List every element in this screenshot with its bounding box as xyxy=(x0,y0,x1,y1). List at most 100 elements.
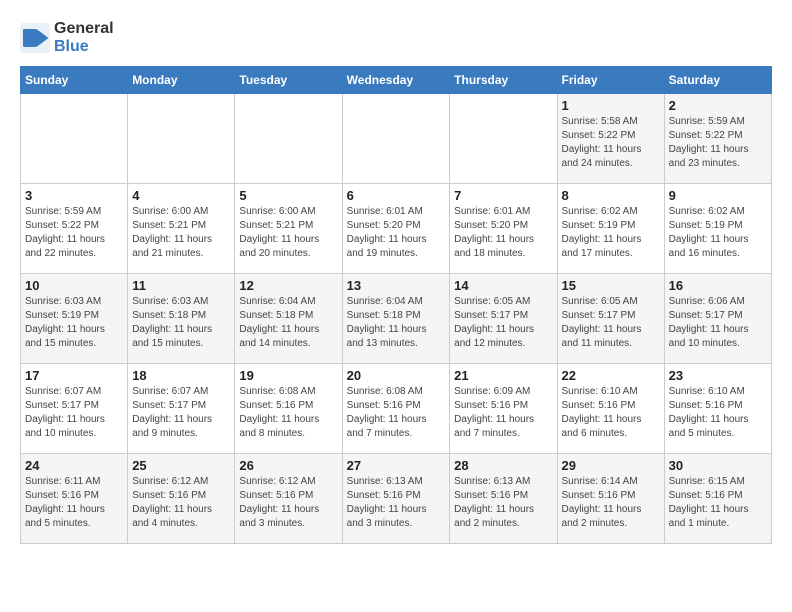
calendar-cell xyxy=(128,94,235,184)
day-info: Sunrise: 6:11 AM Sunset: 5:16 PM Dayligh… xyxy=(25,475,123,531)
day-info: Sunrise: 6:09 AM Sunset: 5:16 PM Dayligh… xyxy=(454,385,552,441)
day-number: 29 xyxy=(562,458,660,473)
day-info: Sunrise: 6:02 AM Sunset: 5:19 PM Dayligh… xyxy=(669,205,767,261)
day-number: 21 xyxy=(454,368,552,383)
day-number: 26 xyxy=(239,458,337,473)
calendar-cell: 5 Sunrise: 6:00 AM Sunset: 5:21 PM Daylig… xyxy=(235,184,342,274)
calendar-cell: 18 Sunrise: 6:07 AM Sunset: 5:17 PM Dayli… xyxy=(128,364,235,454)
day-number: 15 xyxy=(562,278,660,293)
weekday-header-monday: Monday xyxy=(128,67,235,94)
week-row-4: 17 Sunrise: 6:07 AM Sunset: 5:17 PM Dayli… xyxy=(21,364,772,454)
calendar-cell: 13 Sunrise: 6:04 AM Sunset: 5:18 PM Dayli… xyxy=(342,274,450,364)
day-number: 22 xyxy=(562,368,660,383)
calendar-table: SundayMondayTuesdayWednesdayThursdayFrid… xyxy=(20,66,772,544)
day-number: 13 xyxy=(347,278,446,293)
calendar-cell: 12 Sunrise: 6:04 AM Sunset: 5:18 PM Dayli… xyxy=(235,274,342,364)
calendar-cell: 26 Sunrise: 6:12 AM Sunset: 5:16 PM Dayli… xyxy=(235,454,342,544)
day-info: Sunrise: 6:14 AM Sunset: 5:16 PM Dayligh… xyxy=(562,475,660,531)
day-number: 17 xyxy=(25,368,123,383)
calendar-cell: 6Sunrise: 6:01 AM Sunset: 5:20 PM Daylig… xyxy=(342,184,450,274)
week-row-1: 1 Sunrise: 5:58 AM Sunset: 5:22 PM Daylig… xyxy=(21,94,772,184)
day-info: Sunrise: 6:12 AM Sunset: 5:16 PM Dayligh… xyxy=(132,475,230,531)
calendar-cell: 10 Sunrise: 6:03 AM Sunset: 5:19 PM Dayli… xyxy=(21,274,128,364)
weekday-header-thursday: Thursday xyxy=(450,67,557,94)
day-number: 20 xyxy=(347,368,446,383)
day-info: Sunrise: 6:00 AM Sunset: 5:21 PM Dayligh… xyxy=(132,205,230,261)
calendar-cell: 7 Sunrise: 6:01 AM Sunset: 5:20 PM Daylig… xyxy=(450,184,557,274)
day-info: Sunrise: 6:03 AM Sunset: 5:19 PM Dayligh… xyxy=(25,295,123,351)
day-number: 16 xyxy=(669,278,767,293)
weekday-header-sunday: Sunday xyxy=(21,67,128,94)
day-number: 3 xyxy=(25,188,123,203)
day-info: Sunrise: 6:01 AM Sunset: 5:20 PM Dayligh… xyxy=(454,205,552,261)
calendar-cell: 19 Sunrise: 6:08 AM Sunset: 5:16 PM Dayli… xyxy=(235,364,342,454)
day-info: Sunrise: 5:59 AM Sunset: 5:22 PM Dayligh… xyxy=(25,205,123,261)
day-number: 8 xyxy=(562,188,660,203)
day-number: 7 xyxy=(454,188,552,203)
calendar-cell: 20Sunrise: 6:08 AM Sunset: 5:16 PM Dayli… xyxy=(342,364,450,454)
weekday-header-row: SundayMondayTuesdayWednesdayThursdayFrid… xyxy=(21,67,772,94)
calendar-cell: 14 Sunrise: 6:05 AM Sunset: 5:17 PM Dayli… xyxy=(450,274,557,364)
day-info: Sunrise: 6:07 AM Sunset: 5:17 PM Dayligh… xyxy=(132,385,230,441)
day-info: Sunrise: 6:12 AM Sunset: 5:16 PM Dayligh… xyxy=(239,475,337,531)
day-number: 27 xyxy=(347,458,446,473)
calendar-cell: 30 Sunrise: 6:15 AM Sunset: 5:16 PM Dayli… xyxy=(664,454,771,544)
weekday-header-friday: Friday xyxy=(557,67,664,94)
calendar-cell: 8Sunrise: 6:02 AM Sunset: 5:19 PM Daylig… xyxy=(557,184,664,274)
logo-text: General Blue xyxy=(54,20,114,56)
week-row-5: 24 Sunrise: 6:11 AM Sunset: 5:16 PM Dayli… xyxy=(21,454,772,544)
calendar-cell: 4 Sunrise: 6:00 AM Sunset: 5:21 PM Daylig… xyxy=(128,184,235,274)
calendar-cell xyxy=(342,94,450,184)
day-number: 4 xyxy=(132,188,230,203)
day-info: Sunrise: 6:01 AM Sunset: 5:20 PM Dayligh… xyxy=(347,205,446,261)
day-number: 11 xyxy=(132,278,230,293)
calendar-cell: 25 Sunrise: 6:12 AM Sunset: 5:16 PM Dayli… xyxy=(128,454,235,544)
day-number: 18 xyxy=(132,368,230,383)
calendar-cell xyxy=(450,94,557,184)
calendar-cell: 1 Sunrise: 5:58 AM Sunset: 5:22 PM Daylig… xyxy=(557,94,664,184)
day-info: Sunrise: 6:15 AM Sunset: 5:16 PM Dayligh… xyxy=(669,475,767,531)
calendar-cell: 9 Sunrise: 6:02 AM Sunset: 5:19 PM Daylig… xyxy=(664,184,771,274)
day-info: Sunrise: 6:00 AM Sunset: 5:21 PM Dayligh… xyxy=(239,205,337,261)
logo: General Blue xyxy=(20,20,114,56)
weekday-header-saturday: Saturday xyxy=(664,67,771,94)
day-info: Sunrise: 6:10 AM Sunset: 5:16 PM Dayligh… xyxy=(562,385,660,441)
weekday-header-tuesday: Tuesday xyxy=(235,67,342,94)
day-number: 14 xyxy=(454,278,552,293)
day-info: Sunrise: 6:03 AM Sunset: 5:18 PM Dayligh… xyxy=(132,295,230,351)
day-info: Sunrise: 6:04 AM Sunset: 5:18 PM Dayligh… xyxy=(239,295,337,351)
calendar-cell: 15Sunrise: 6:05 AM Sunset: 5:17 PM Dayli… xyxy=(557,274,664,364)
calendar-cell xyxy=(235,94,342,184)
day-number: 10 xyxy=(25,278,123,293)
calendar-cell: 23 Sunrise: 6:10 AM Sunset: 5:16 PM Dayli… xyxy=(664,364,771,454)
day-info: Sunrise: 5:58 AM Sunset: 5:22 PM Dayligh… xyxy=(562,115,660,171)
logo-icon xyxy=(20,23,50,53)
day-info: Sunrise: 6:10 AM Sunset: 5:16 PM Dayligh… xyxy=(669,385,767,441)
day-number: 28 xyxy=(454,458,552,473)
day-number: 19 xyxy=(239,368,337,383)
calendar-cell: 24 Sunrise: 6:11 AM Sunset: 5:16 PM Dayli… xyxy=(21,454,128,544)
calendar-cell xyxy=(21,94,128,184)
day-info: Sunrise: 6:05 AM Sunset: 5:17 PM Dayligh… xyxy=(454,295,552,351)
calendar-cell: 2Sunrise: 5:59 AM Sunset: 5:22 PM Daylig… xyxy=(664,94,771,184)
calendar-cell: 16 Sunrise: 6:06 AM Sunset: 5:17 PM Dayli… xyxy=(664,274,771,364)
weekday-header-wednesday: Wednesday xyxy=(342,67,450,94)
calendar-cell: 17Sunrise: 6:07 AM Sunset: 5:17 PM Dayli… xyxy=(21,364,128,454)
calendar-cell: 29 Sunrise: 6:14 AM Sunset: 5:16 PM Dayli… xyxy=(557,454,664,544)
day-number: 30 xyxy=(669,458,767,473)
calendar-cell: 3 Sunrise: 5:59 AM Sunset: 5:22 PM Daylig… xyxy=(21,184,128,274)
day-info: Sunrise: 6:04 AM Sunset: 5:18 PM Dayligh… xyxy=(347,295,446,351)
day-number: 23 xyxy=(669,368,767,383)
day-number: 24 xyxy=(25,458,123,473)
day-number: 9 xyxy=(669,188,767,203)
day-number: 25 xyxy=(132,458,230,473)
day-info: Sunrise: 6:06 AM Sunset: 5:17 PM Dayligh… xyxy=(669,295,767,351)
week-row-3: 10 Sunrise: 6:03 AM Sunset: 5:19 PM Dayli… xyxy=(21,274,772,364)
day-info: Sunrise: 6:13 AM Sunset: 5:16 PM Dayligh… xyxy=(347,475,446,531)
day-info: Sunrise: 6:08 AM Sunset: 5:16 PM Dayligh… xyxy=(239,385,337,441)
calendar-cell: 11 Sunrise: 6:03 AM Sunset: 5:18 PM Dayli… xyxy=(128,274,235,364)
page-header: General Blue xyxy=(20,20,772,56)
day-number: 12 xyxy=(239,278,337,293)
day-number: 1 xyxy=(562,98,660,113)
day-number: 5 xyxy=(239,188,337,203)
